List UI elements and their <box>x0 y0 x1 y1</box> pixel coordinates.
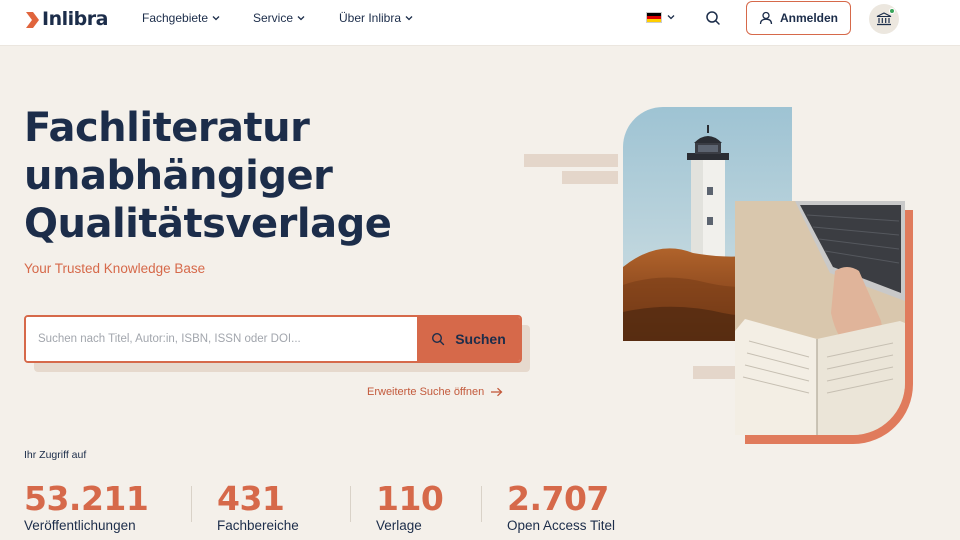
nav-label: Fachgebiete <box>142 11 209 25</box>
stat-open-access: 2.707 Open Access Titel <box>507 479 616 534</box>
search-icon[interactable] <box>705 10 721 26</box>
nav-label: Über Inlibra <box>339 11 402 25</box>
laptop-book-image <box>735 201 905 435</box>
login-label: Anmelden <box>779 11 838 25</box>
nav-service[interactable]: Service <box>253 11 305 25</box>
chevron-down-icon <box>297 16 305 21</box>
advanced-search-link[interactable]: Erweiterte Suche öffnen <box>367 386 503 398</box>
login-button[interactable]: Anmelden <box>746 1 851 35</box>
search-icon <box>432 332 445 346</box>
logo-text: Inlibra <box>42 8 108 30</box>
decorative-bar <box>693 366 737 379</box>
stat-fields: 431 Fachbereiche <box>217 479 299 534</box>
search-button-label: Suchen <box>455 331 506 347</box>
decorative-bar <box>524 154 618 167</box>
stat-label: Fachbereiche <box>217 518 299 533</box>
nav-label: Service <box>253 11 294 25</box>
search-bar: Suchen <box>24 315 522 363</box>
advanced-search-label: Erweiterte Suche öffnen <box>367 386 485 398</box>
chevron-down-icon[interactable] <box>667 13 675 21</box>
stat-label: Open Access Titel <box>507 518 616 533</box>
stat-value: 431 <box>217 479 285 518</box>
search-input[interactable] <box>26 317 417 361</box>
institution-icon <box>876 12 892 26</box>
decorative-bar <box>562 171 618 184</box>
title-line: Qualitätsverlage <box>24 201 392 247</box>
logo-mark-icon <box>26 12 40 28</box>
search-button[interactable]: Suchen <box>417 317 520 361</box>
access-intro: Ihr Zugriff auf <box>24 449 87 461</box>
institution-button[interactable] <box>869 4 899 34</box>
stat-label: Verlage <box>376 518 422 533</box>
stat-publishers: 110 Verlage <box>376 479 444 534</box>
page-title: Fachliteratur unabhängiger Qualitätsverl… <box>24 104 444 248</box>
title-line: unabhängiger <box>24 153 333 199</box>
stat-value: 2.707 <box>507 479 609 518</box>
tagline: Your Trusted Knowledge Base <box>24 261 206 276</box>
chevron-down-icon <box>212 16 220 21</box>
divider <box>191 486 192 522</box>
chevron-down-icon <box>405 16 413 21</box>
nav-fachgebiete[interactable]: Fachgebiete <box>142 11 220 25</box>
user-icon <box>759 11 773 25</box>
stat-value: 53.211 <box>24 479 149 518</box>
stat-publications: 53.211 Veröffentlichungen <box>24 479 149 534</box>
status-dot <box>889 8 895 14</box>
stat-value: 110 <box>376 479 444 518</box>
nav-ueber-inlibra[interactable]: Über Inlibra <box>339 11 413 25</box>
logo[interactable]: Inlibra <box>26 8 108 30</box>
divider <box>481 486 482 522</box>
title-line: Fachliteratur <box>24 105 310 151</box>
arrow-right-icon <box>491 387 503 397</box>
stat-label: Veröffentlichungen <box>24 518 136 533</box>
divider <box>350 486 351 522</box>
site-header: Inlibra Fachgebiete Service Über Inlibra… <box>0 0 960 46</box>
german-flag-icon[interactable] <box>646 12 662 23</box>
